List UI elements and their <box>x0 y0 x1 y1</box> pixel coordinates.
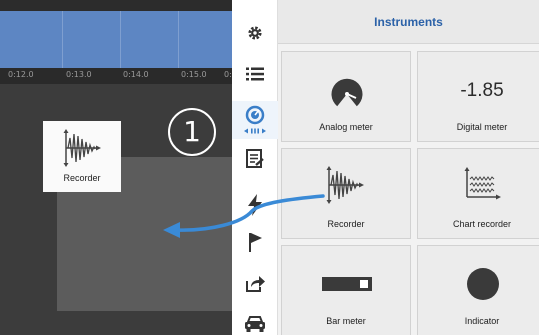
workspace[interactable]: 0:12.0 0:13.0 0:14.0 0:15.0 0: Recorder <box>0 0 232 335</box>
car-icon <box>245 316 265 332</box>
timeline-tick: 0:14.0 <box>123 70 149 79</box>
gauge-icon <box>244 105 266 134</box>
band-gridline <box>178 11 179 68</box>
instrument-label: Indicator <box>464 316 500 326</box>
instrument-label: Chart recorder <box>452 219 512 229</box>
indicator-icon <box>467 268 499 300</box>
instrument-label: Recorder <box>327 219 365 229</box>
recorder-instrument-tile[interactable]: Recorder <box>43 121 121 192</box>
recorder-icon <box>326 166 364 204</box>
lightning-icon <box>248 194 262 216</box>
timeline-tick: 0:13.0 <box>66 70 92 79</box>
instrument-chart-recorder[interactable]: Chart recorder <box>417 148 539 239</box>
instrument-label: Bar meter <box>326 316 366 326</box>
timeline-tick: 0:12.0 <box>8 70 34 79</box>
markers-button[interactable] <box>232 223 278 261</box>
top-strip <box>0 0 232 11</box>
instrument-recorder[interactable]: Recorder <box>281 148 411 239</box>
panel-header: Instruments <box>278 0 539 44</box>
panel-title: Instruments <box>374 15 443 29</box>
timeline-ruler[interactable]: 0:12.0 0:13.0 0:14.0 0:15.0 0: <box>0 68 232 84</box>
export-button[interactable] <box>232 264 278 302</box>
timeline-tick: 0: <box>224 70 232 79</box>
report-icon <box>246 149 264 168</box>
triggers-button[interactable] <box>232 186 278 224</box>
instrument-bar-meter[interactable]: Bar meter <box>281 245 411 335</box>
instruments-panel: Instruments Analog meter -1.85 Digital m… <box>278 0 539 335</box>
step-callout: 1 <box>168 108 216 156</box>
recorder-tile-label: Recorder <box>63 173 101 183</box>
bar-meter-icon <box>322 277 372 291</box>
report-button[interactable] <box>232 140 278 178</box>
flag-icon <box>249 233 262 252</box>
recorder-icon <box>63 129 101 167</box>
vertical-toolbar <box>232 0 278 335</box>
instrument-label: Analog meter <box>319 122 373 132</box>
instrument-analog-meter[interactable]: Analog meter <box>281 51 411 142</box>
instrument-label: Digital meter <box>456 122 508 132</box>
chart-recorder-icon <box>464 167 501 200</box>
timeline-tick: 0:15.0 <box>181 70 207 79</box>
instrument-indicator[interactable]: Indicator <box>417 245 539 335</box>
list-button[interactable] <box>232 55 278 93</box>
waveform-band[interactable] <box>0 11 232 68</box>
analog-meter-icon <box>331 78 363 107</box>
settings-button[interactable] <box>232 14 278 52</box>
digital-meter-value: -1.85 <box>460 80 504 101</box>
instrument-digital-meter[interactable]: -1.85 Digital meter <box>417 51 539 142</box>
instruments-button[interactable] <box>232 101 278 139</box>
share-icon <box>246 276 265 292</box>
vehicle-button[interactable] <box>232 305 278 335</box>
band-gridline <box>120 11 121 68</box>
band-gridline <box>62 11 63 68</box>
gear-icon <box>248 26 262 40</box>
list-icon <box>246 67 264 81</box>
